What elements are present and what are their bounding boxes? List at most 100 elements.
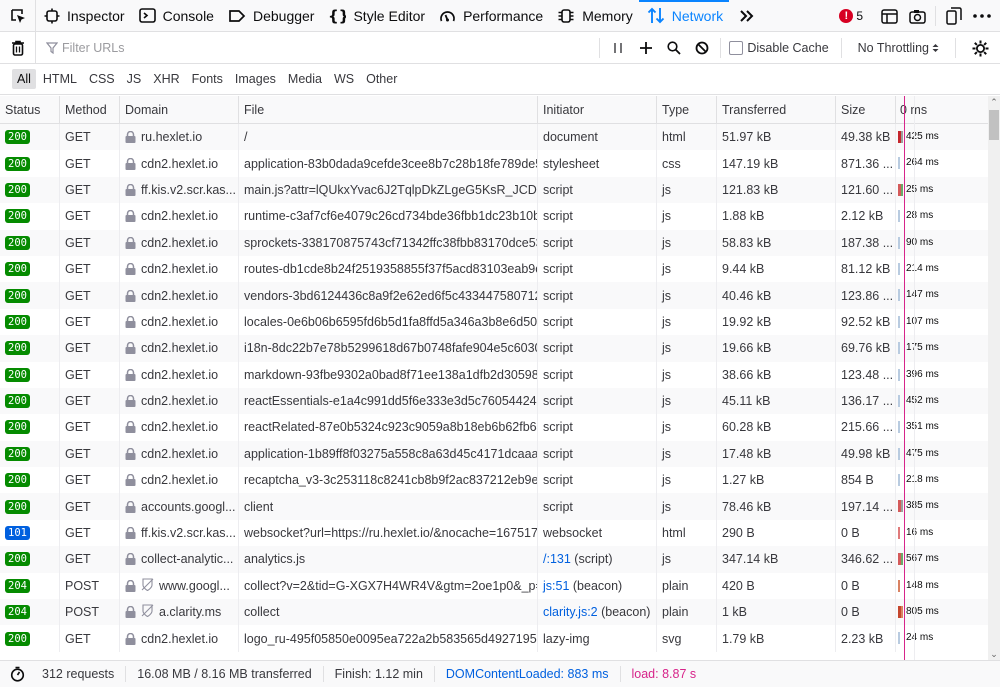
- type-filter-images[interactable]: Images: [230, 69, 281, 89]
- scrollbar-thumb[interactable]: [989, 110, 999, 140]
- tab-style-editor[interactable]: {} Style Editor: [320, 0, 431, 32]
- domain-text: www.googl...: [159, 578, 230, 593]
- column-header-file[interactable]: File: [239, 96, 538, 124]
- waterfall-segment: [898, 447, 900, 460]
- lock-icon: [125, 157, 136, 170]
- tab-console[interactable]: Console: [131, 0, 220, 32]
- column-header-size[interactable]: Size: [836, 96, 896, 124]
- initiator-link[interactable]: js:51: [543, 579, 569, 593]
- waterfall-segment: [898, 262, 900, 275]
- type-filter-other[interactable]: Other: [361, 69, 402, 89]
- domain-text: cdn2.hexlet.io: [141, 446, 219, 461]
- tab-memory[interactable]: Memory: [549, 0, 639, 32]
- column-header-type[interactable]: Type: [657, 96, 717, 124]
- column-header-method[interactable]: Method: [60, 96, 120, 124]
- table-scrollbar[interactable]: ⌃ ⌄: [988, 96, 1000, 660]
- method-cell: GET: [60, 150, 120, 177]
- request-row[interactable]: 200 GET cdn2.hexlet.io routes-db1cde8b24f25…: [0, 255, 988, 283]
- request-row[interactable]: 200 GET cdn2.hexlet.io i18n-8dc22b7e78b5299…: [0, 335, 988, 362]
- status-cell: 200: [0, 308, 60, 336]
- request-row[interactable]: 200 GET cdn2.hexlet.io reactEssentials-e1a4…: [0, 387, 988, 415]
- element-picker-button[interactable]: [0, 0, 36, 32]
- pause-button[interactable]: [604, 34, 632, 62]
- block-requests-button[interactable]: [688, 34, 716, 62]
- throttling-select[interactable]: No Throttling: [846, 41, 951, 55]
- request-row[interactable]: 200 GET cdn2.hexlet.io reactRelated-87e0b53…: [0, 414, 988, 441]
- initiator-text: script: [543, 367, 573, 382]
- lock-icon: [125, 289, 136, 302]
- overflow-tabs-button[interactable]: [729, 0, 761, 32]
- request-row[interactable]: 200 GET cdn2.hexlet.io application-83b0dada…: [0, 150, 988, 177]
- request-row[interactable]: 200 GET cdn2.hexlet.io markdown-93fbe9302a0…: [0, 361, 988, 388]
- search-icon: [667, 41, 681, 55]
- error-count-badge[interactable]: ! 5: [839, 9, 863, 23]
- dock-side-icon: [946, 7, 962, 25]
- split-console-button[interactable]: [875, 2, 903, 30]
- request-row[interactable]: 200 GET cdn2.hexlet.io locales-0e6b06b6595f…: [0, 308, 988, 336]
- domain-text: cdn2.hexlet.io: [141, 341, 219, 356]
- more-options-button[interactable]: [968, 2, 996, 30]
- waterfall-time-label: 805 ms: [906, 606, 939, 618]
- waterfall-bar: [898, 579, 903, 592]
- waterfall-cell: 218 ms: [896, 467, 988, 493]
- request-row[interactable]: 200 GET accounts.googl... client script js 78.…: [0, 493, 988, 520]
- request-row[interactable]: 200 GET cdn2.hexlet.io vendors-3bd6124436c8…: [0, 282, 988, 309]
- type-filter-fonts[interactable]: Fonts: [187, 69, 228, 89]
- column-header-initiator[interactable]: Initiator: [538, 96, 657, 124]
- column-header-waterfall[interactable]: 0 ms: [896, 96, 988, 124]
- type-filter-all[interactable]: All: [12, 69, 36, 89]
- request-row[interactable]: 200 GET cdn2.hexlet.io sprockets-3381708757…: [0, 229, 988, 256]
- request-row[interactable]: 200 GET cdn2.hexlet.io runtime-c3af7cf6e407…: [0, 203, 988, 230]
- request-table: Status Method Domain File Initiator Type Trans…: [0, 96, 988, 660]
- request-row[interactable]: 200 GET cdn2.hexlet.io recaptcha_v3-3c25311…: [0, 467, 988, 494]
- clear-button[interactable]: [0, 31, 36, 64]
- request-row[interactable]: 200 GET collect-analytic... analytics.js/:1…: [0, 546, 988, 573]
- disable-cache-checkbox[interactable]: Disable Cache: [725, 41, 836, 55]
- dock-options-button[interactable]: [940, 2, 968, 30]
- type-filter-css[interactable]: CSS: [84, 69, 120, 89]
- request-row[interactable]: 200 GET ff.kis.v2.scr.kas... main.js?attr=l…: [0, 176, 988, 204]
- request-row[interactable]: 204 POST www.googl... collect?v=2&tid=G-XGX…: [0, 572, 988, 600]
- request-row[interactable]: 200 GET cdn2.hexlet.io application-1b89ff8f…: [0, 440, 988, 468]
- tab-performance[interactable]: Performance: [431, 0, 549, 32]
- type-filter-html[interactable]: HTML: [38, 69, 82, 89]
- waterfall-segment: [900, 500, 903, 513]
- request-row[interactable]: 200 GET ru.hexlet.io / document html 51.97 kB 4…: [0, 124, 988, 151]
- initiator-link[interactable]: clarity.js:2: [543, 605, 598, 619]
- tab-label: Network: [671, 7, 724, 24]
- size-cell: 2.12 kB: [836, 203, 896, 230]
- domain-text: cdn2.hexlet.io: [141, 314, 219, 329]
- column-header-transferred[interactable]: Transferred: [717, 96, 836, 124]
- type-filter-media[interactable]: Media: [283, 69, 327, 89]
- request-row[interactable]: 200 GET cdn2.hexlet.io logo_ru-495f05850e00…: [0, 625, 988, 652]
- tab-label: Memory: [582, 7, 633, 24]
- status-cell: 101: [0, 519, 60, 547]
- initiator-link[interactable]: /:131: [543, 552, 571, 566]
- waterfall-segment: [898, 526, 900, 539]
- filter-urls-input[interactable]: [62, 40, 362, 55]
- type-filter-ws[interactable]: WS: [329, 69, 359, 89]
- network-settings-button[interactable]: [966, 34, 994, 62]
- column-header-domain[interactable]: Domain: [120, 96, 239, 124]
- tab-network[interactable]: Network: [638, 0, 730, 32]
- scroll-up-arrow-icon[interactable]: ⌃: [988, 96, 1000, 108]
- screenshot-button[interactable]: [903, 2, 931, 30]
- network-summary-bar: 312 requests 16.08 MB / 8.16 MB transfer…: [0, 660, 1000, 687]
- checkbox-box[interactable]: [729, 41, 744, 55]
- request-row[interactable]: 204 POST a.clarity.ms collect clarity.js:2 (…: [0, 599, 988, 626]
- method-cell: GET: [60, 625, 120, 652]
- scroll-down-arrow-icon[interactable]: ⌄: [988, 648, 1000, 660]
- tab-inspector[interactable]: Inspector: [36, 0, 131, 32]
- column-header-status[interactable]: Status: [0, 96, 60, 124]
- size-cell: 187.38 ...: [836, 229, 896, 256]
- request-row[interactable]: 101 GET ff.kis.v2.scr.kas... websocket?url=…: [0, 519, 988, 547]
- type-filter-js[interactable]: JS: [122, 69, 147, 89]
- waterfall-bar: [898, 289, 903, 302]
- type-filter-xhr[interactable]: XHR: [148, 69, 184, 89]
- tab-debugger[interactable]: Debugger: [220, 0, 321, 32]
- status-badge: 200: [5, 420, 30, 435]
- domain-text: collect-analytic...: [141, 552, 234, 567]
- new-request-button[interactable]: [632, 34, 660, 62]
- transferred-cell: 9.44 kB: [717, 255, 836, 283]
- search-button[interactable]: [660, 34, 688, 62]
